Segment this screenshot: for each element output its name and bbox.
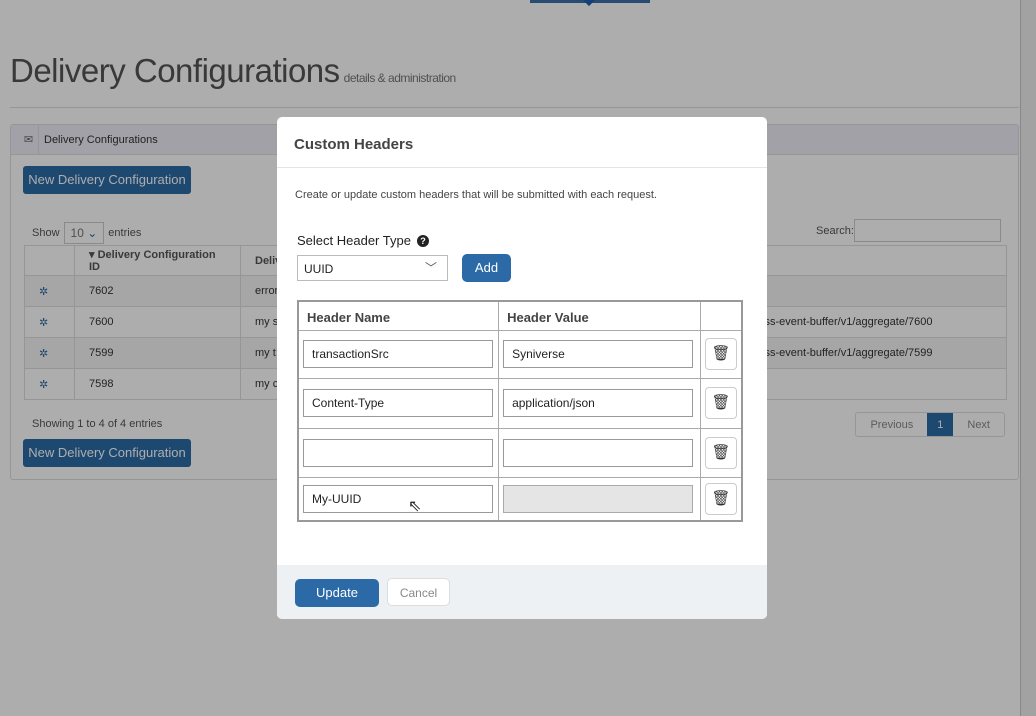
modal-description: Create or update custom headers that wil…	[295, 189, 657, 201]
help-icon[interactable]: ?	[416, 235, 429, 247]
modal-footer: Update Cancel	[277, 565, 767, 619]
trash-icon[interactable]: 🗑	[705, 482, 737, 515]
header-name-input[interactable]: My-UUID	[303, 484, 493, 513]
header-type-select[interactable]: UUID ﹀	[297, 255, 448, 281]
trash-icon[interactable]: 🗑	[705, 436, 737, 469]
header-row: transactionSrc Syniverse 🗑	[297, 329, 743, 379]
header-row: Content-Type application/json 🗑	[297, 377, 743, 429]
col-delete	[700, 300, 743, 331]
chevron-down-icon: ﹀	[424, 261, 437, 275]
select-header-type-label: Select Header Type?	[297, 233, 429, 248]
custom-headers-modal: Custom Headers Create or update custom h…	[277, 117, 767, 619]
window-edge	[1020, 0, 1036, 716]
select-value: UUID	[304, 262, 334, 276]
header-name-input[interactable]: Content-Type	[303, 389, 493, 417]
mouse-cursor-icon: ⇖	[408, 498, 422, 515]
update-button[interactable]: Update	[295, 579, 379, 607]
header-row: My-UUID 🗑	[297, 476, 743, 522]
header-name-input[interactable]	[303, 438, 493, 467]
select-label-text: Select Header Type	[297, 233, 411, 248]
header-value-input[interactable]	[503, 438, 694, 467]
trash-icon[interactable]: 🗑	[705, 338, 737, 370]
trash-icon[interactable]: 🗑	[705, 387, 737, 419]
col-header-name: Header Name	[297, 300, 500, 331]
headers-table-head: Header Name Header Value	[297, 300, 743, 331]
header-row: 🗑	[297, 427, 743, 478]
header-value-input[interactable]: application/json	[503, 389, 694, 417]
add-button[interactable]: Add	[462, 254, 511, 282]
header-value-input[interactable]: Syniverse	[503, 340, 694, 368]
col-header-value: Header Value	[498, 300, 701, 331]
header-value-input-disabled	[503, 484, 694, 513]
cancel-button[interactable]: Cancel	[387, 578, 450, 606]
header-name-input[interactable]: transactionSrc	[303, 340, 493, 368]
modal-title: Custom Headers	[277, 117, 767, 168]
headers-table: Header Name Header Value transactionSrc …	[297, 300, 743, 522]
